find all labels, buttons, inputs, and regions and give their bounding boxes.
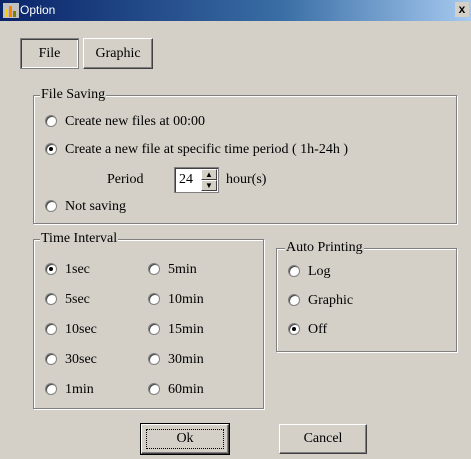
radio-button[interactable] <box>45 199 57 212</box>
radio-label: Not saving <box>65 199 127 214</box>
spin-down-icon[interactable]: ▼ <box>201 180 217 191</box>
create-at-period-radio[interactable]: Create a new file at specific time perio… <box>45 140 348 160</box>
interval-10sec-radio[interactable]: 10sec <box>45 320 97 340</box>
tab-graphic-label: Graphic <box>95 46 141 61</box>
radio-button[interactable] <box>288 293 300 306</box>
radio-button[interactable] <box>45 382 57 395</box>
radio-button[interactable] <box>148 322 160 335</box>
radio-label: 10min <box>168 292 204 307</box>
radio-label: Create new files at 00:00 <box>65 114 205 129</box>
interval-1sec-radio[interactable]: 1sec <box>45 260 90 280</box>
radio-button[interactable] <box>45 114 57 127</box>
tab-file[interactable]: File <box>20 38 79 69</box>
ok-button[interactable]: Ok <box>140 423 230 455</box>
radio-label: Log <box>308 264 331 279</box>
tab-graphic[interactable]: Graphic <box>83 38 153 69</box>
period-spinner[interactable]: 24 ▲ ▼ <box>174 167 219 193</box>
not-saving-radio[interactable]: Not saving <box>45 197 126 217</box>
radio-button[interactable] <box>45 292 57 305</box>
time-interval-legend: Time Interval <box>40 231 119 247</box>
chart-app-icon <box>3 3 19 18</box>
radio-label: 60min <box>168 382 204 397</box>
cancel-button[interactable]: Cancel <box>279 424 367 454</box>
radio-label: 1min <box>65 382 94 397</box>
radio-button[interactable] <box>45 142 57 155</box>
cancel-button-label: Cancel <box>303 431 343 446</box>
period-label: Period <box>107 172 144 187</box>
interval-30min-radio[interactable]: 30min <box>148 350 204 370</box>
create-at-midnight-radio[interactable]: Create new files at 00:00 <box>45 112 205 132</box>
radio-label: 10sec <box>65 322 97 337</box>
period-unit: hour(s) <box>226 172 267 187</box>
window-title: Option <box>20 3 56 17</box>
spin-up-icon[interactable]: ▲ <box>201 169 217 180</box>
radio-label: Off <box>308 322 328 337</box>
radio-label: 30min <box>168 352 204 367</box>
interval-10min-radio[interactable]: 10min <box>148 290 204 310</box>
radio-label: Create a new file at specific time perio… <box>65 142 348 157</box>
title-bar[interactable]: Option x <box>0 0 471 21</box>
interval-5min-radio[interactable]: 5min <box>148 260 197 280</box>
interval-5sec-radio[interactable]: 5sec <box>45 290 90 310</box>
file-saving-legend: File Saving <box>40 87 107 103</box>
radio-label: 30sec <box>65 352 97 367</box>
radio-button[interactable] <box>148 352 160 365</box>
radio-label: 15min <box>168 322 204 337</box>
radio-label: 1sec <box>65 262 90 277</box>
ok-button-label: Ok <box>176 431 194 446</box>
print-log-radio[interactable]: Log <box>288 262 331 282</box>
radio-button[interactable] <box>288 322 300 335</box>
radio-label: Graphic <box>308 293 354 308</box>
radio-button[interactable] <box>288 264 300 277</box>
interval-15min-radio[interactable]: 15min <box>148 320 204 340</box>
auto-printing-legend: Auto Printing <box>285 240 364 256</box>
interval-60min-radio[interactable]: 60min <box>148 380 204 400</box>
radio-label: 5min <box>168 262 197 277</box>
print-off-radio[interactable]: Off <box>288 320 327 340</box>
radio-label: 5sec <box>65 292 90 307</box>
radio-button[interactable] <box>45 262 57 275</box>
close-icon[interactable]: x <box>455 2 469 17</box>
radio-button[interactable] <box>148 382 160 395</box>
tab-file-label: File <box>38 46 61 61</box>
radio-button[interactable] <box>45 352 57 365</box>
period-value[interactable]: 24 <box>179 170 193 190</box>
radio-button[interactable] <box>148 292 160 305</box>
radio-button[interactable] <box>45 322 57 335</box>
interval-1min-radio[interactable]: 1min <box>45 380 94 400</box>
radio-button[interactable] <box>148 262 160 275</box>
interval-30sec-radio[interactable]: 30sec <box>45 350 97 370</box>
print-graphic-radio[interactable]: Graphic <box>288 291 353 311</box>
